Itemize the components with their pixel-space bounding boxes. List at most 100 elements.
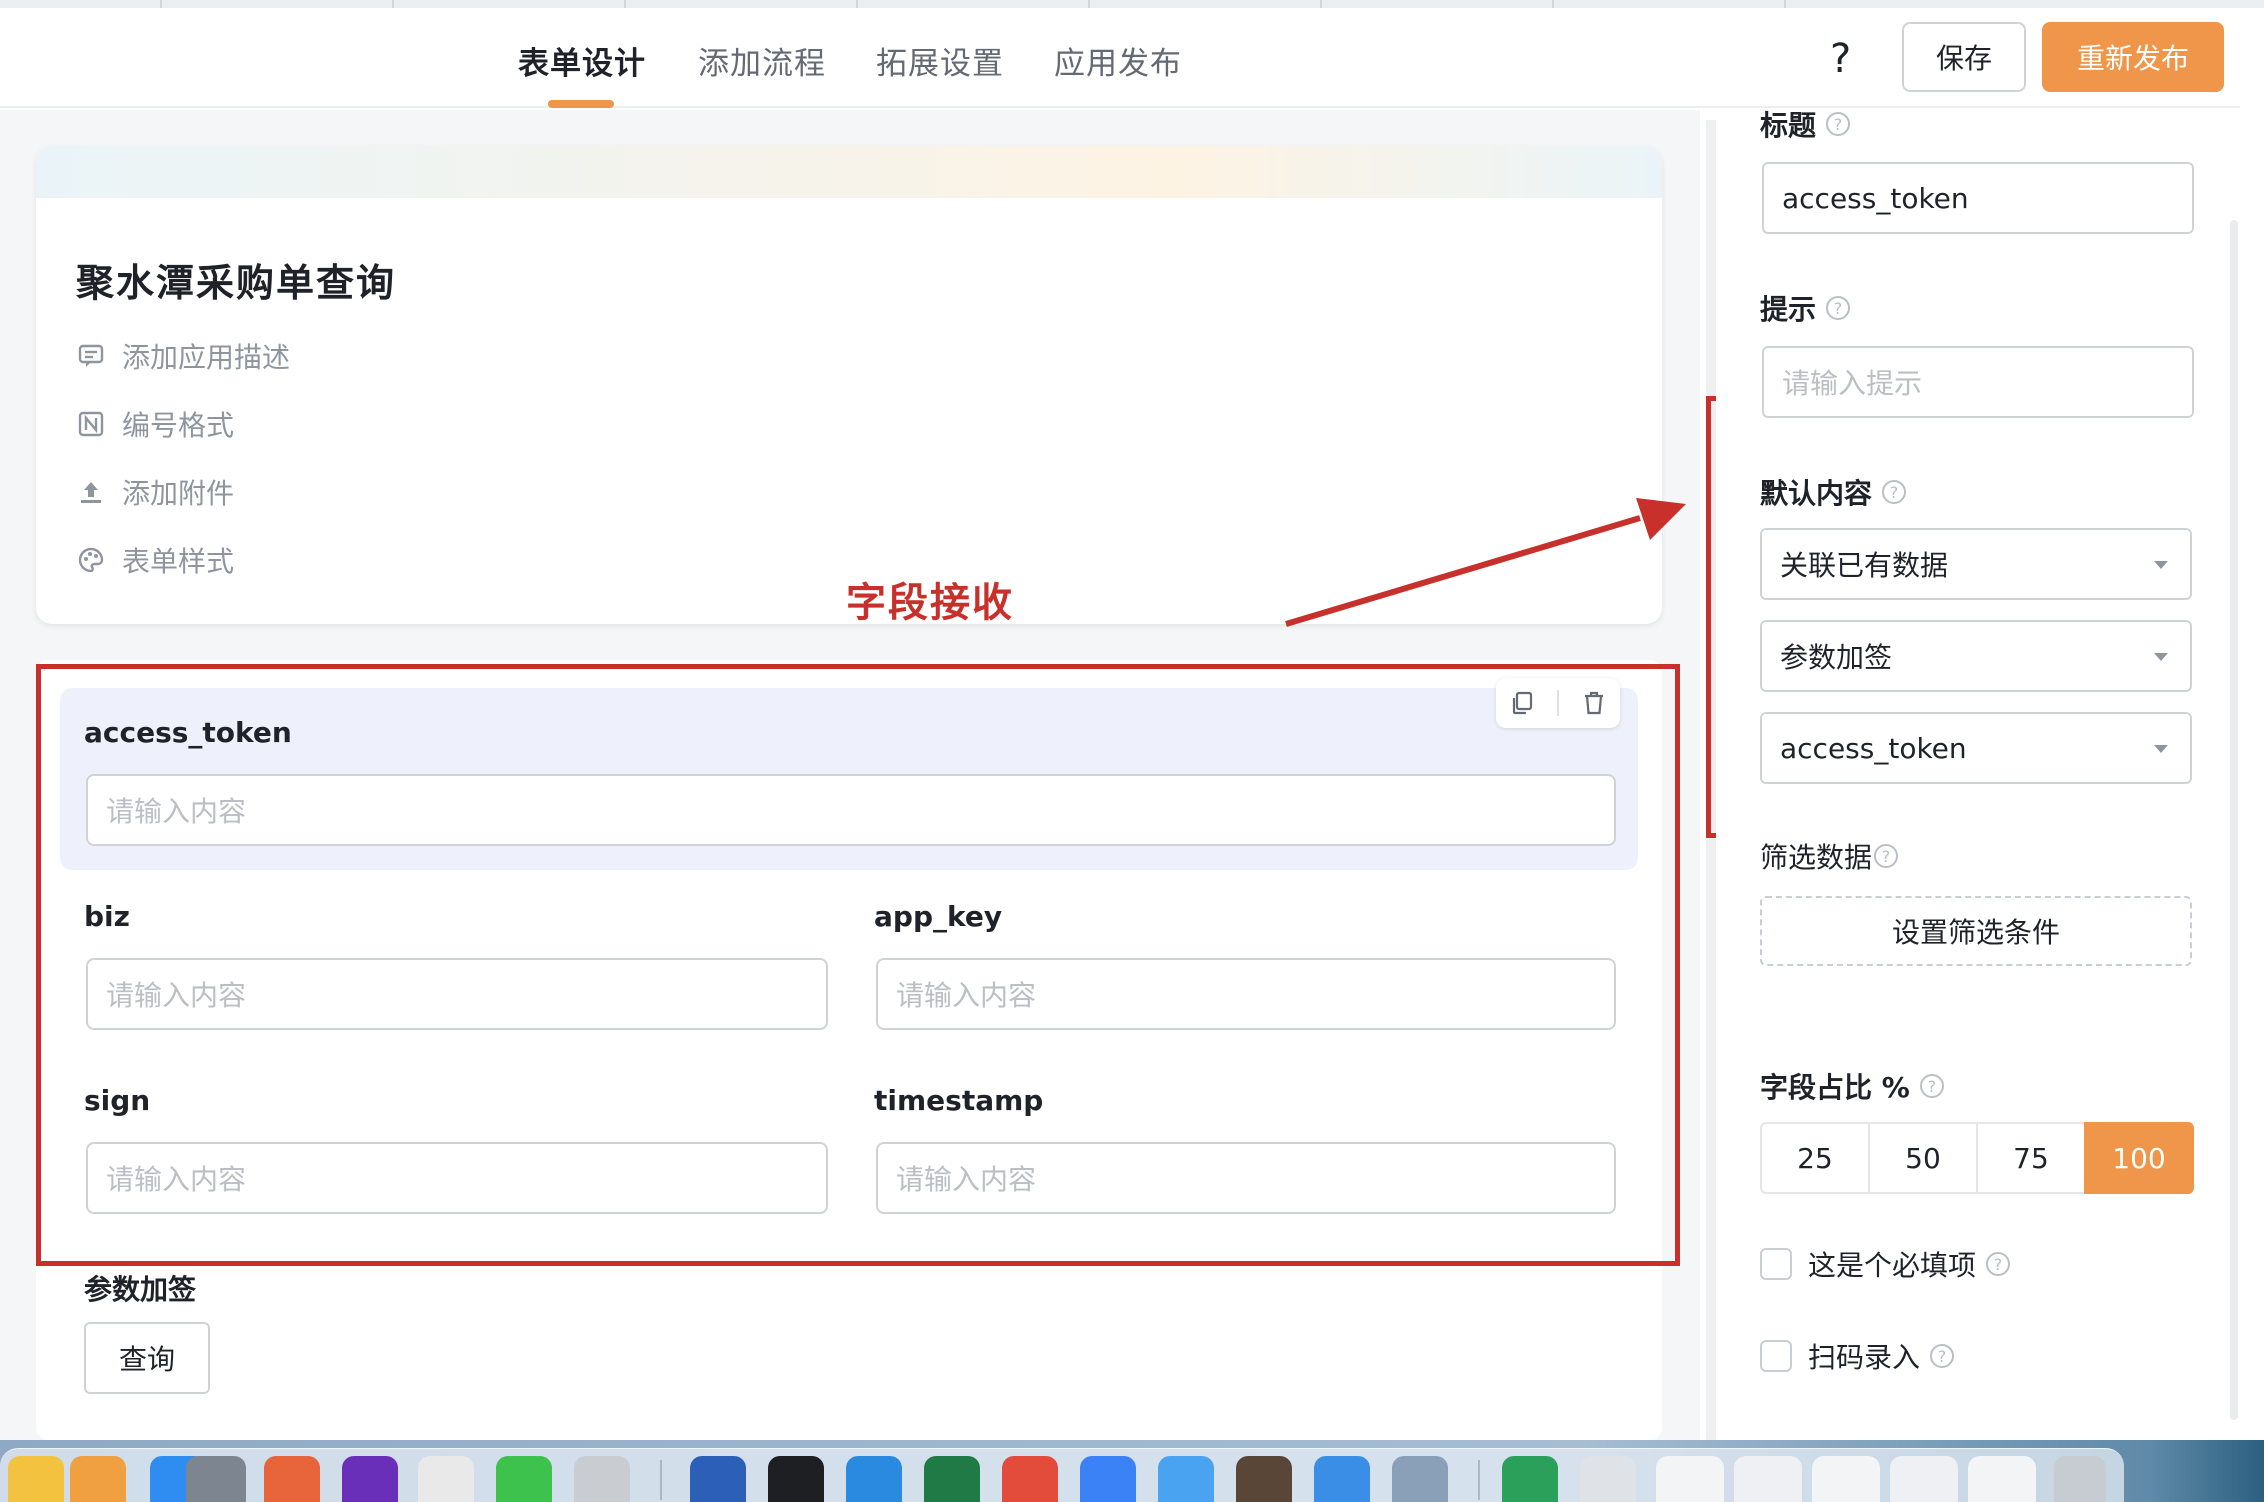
field-ratio-label-text: 字段占比 % <box>1760 1071 1910 1104</box>
meta-label: 添加应用描述 <box>122 341 291 374</box>
meta-label: 编号格式 <box>122 409 235 442</box>
hint-label: 提示 ? <box>1760 288 1851 328</box>
excel-app-icon[interactable] <box>924 1456 980 1502</box>
numbering-icon <box>76 409 106 439</box>
help-icon[interactable]: ? <box>1830 36 1851 82</box>
lark-app-icon[interactable] <box>1080 1456 1136 1502</box>
chat-app-icon[interactable] <box>1158 1456 1214 1502</box>
panel-scrollbar[interactable] <box>2230 220 2238 1420</box>
firefox-app-icon[interactable] <box>342 1456 398 1502</box>
question-icon[interactable]: ? <box>1826 296 1851 320</box>
select-value: 参数加签 <box>1780 641 1893 674</box>
form-title[interactable]: 聚水潭采购单查询 <box>76 252 396 307</box>
republish-button[interactable]: 重新发布 <box>2042 22 2224 92</box>
default-source-select[interactable]: 关联已有数据 <box>1760 528 2192 600</box>
question-icon[interactable]: ? <box>1930 1344 1955 1368</box>
hint-label-text: 提示 <box>1760 293 1817 326</box>
postman-app-icon[interactable] <box>264 1456 320 1502</box>
filter-data-label: 筛选数据 ? <box>1760 836 1899 876</box>
strip-divider <box>1552 0 1554 8</box>
form-style-link[interactable]: 表单样式 <box>76 540 234 580</box>
save-button[interactable]: 保存 <box>1902 22 2026 92</box>
scan-input-option[interactable]: 扫码录入 ? <box>1760 1336 1955 1376</box>
required-label: 这是个必填项 <box>1808 1249 1977 1282</box>
wechat-app-icon[interactable] <box>496 1456 552 1502</box>
field-label-sign-group: 参数加签 <box>84 1273 197 1306</box>
select-value: 关联已有数据 <box>1780 549 1949 582</box>
strip-divider <box>1088 0 1090 8</box>
window-thumbnail[interactable] <box>1968 1456 2036 1502</box>
field-ratio-label: 字段占比 % ? <box>1760 1066 1944 1106</box>
top-header: 表单设计 添加流程 拓展设置 应用发布 ? 保存 重新发布 <box>0 8 2240 108</box>
system-settings-icon[interactable] <box>186 1456 246 1502</box>
window-thumbnail[interactable] <box>1890 1456 1958 1502</box>
ratio-option-50[interactable]: 50 <box>1868 1122 1978 1194</box>
add-description-link[interactable]: 添加应用描述 <box>76 336 290 376</box>
strip-divider <box>1784 0 1786 8</box>
notes-app-icon[interactable] <box>8 1456 64 1502</box>
title-input[interactable]: access_token <box>1762 162 2194 234</box>
scan-input-checkbox[interactable] <box>1760 1340 1792 1372</box>
window-thumbnail[interactable] <box>1580 1456 1636 1502</box>
window-thumbnail[interactable] <box>1734 1456 1802 1502</box>
active-tab-indicator <box>548 100 614 108</box>
strip-divider <box>1320 0 1322 8</box>
caret-down-icon <box>2154 561 2168 569</box>
feishu-app-icon[interactable] <box>1314 1456 1370 1502</box>
numbering-format-link[interactable]: 编号格式 <box>76 404 234 444</box>
numbers-app-icon[interactable] <box>1502 1456 1558 1502</box>
question-icon[interactable]: ? <box>1919 1074 1944 1098</box>
pages-app-icon[interactable] <box>70 1456 126 1502</box>
required-checkbox[interactable] <box>1760 1248 1792 1280</box>
ratio-option-100[interactable]: 100 <box>2084 1122 2194 1194</box>
default-form-select[interactable]: 参数加签 <box>1760 620 2192 692</box>
title-label-text: 标题 <box>1760 109 1817 142</box>
vscode-app-icon[interactable] <box>846 1456 902 1502</box>
wps-app-icon[interactable] <box>1002 1456 1058 1502</box>
chrome-app-icon[interactable] <box>418 1456 474 1502</box>
dock-separator <box>1478 1460 1480 1500</box>
caret-down-icon <box>2154 745 2168 753</box>
add-attachment-link[interactable]: 添加附件 <box>76 472 234 512</box>
hint-input[interactable]: 请输入提示 <box>1762 346 2194 418</box>
trash-icon[interactable] <box>2054 1456 2106 1502</box>
upload-icon <box>76 477 106 507</box>
default-field-select[interactable]: access_token <box>1760 712 2192 784</box>
tab-add-flow[interactable]: 添加流程 <box>698 38 826 83</box>
required-option[interactable]: 这是个必填项 ? <box>1760 1244 2011 1284</box>
tab-extend-settings[interactable]: 拓展设置 <box>876 38 1004 83</box>
strip-divider <box>160 0 162 8</box>
window-top-strip <box>0 0 2264 8</box>
form-header-card: 聚水潭采购单查询 添加应用描述 编号格式 添加附件 表单样式 <box>36 146 1662 624</box>
strip-divider <box>624 0 626 8</box>
window-thumbnail[interactable] <box>1812 1456 1880 1502</box>
question-icon[interactable]: ? <box>1826 112 1851 136</box>
default-content-label-text: 默认内容 <box>1760 477 1873 510</box>
question-icon[interactable]: ? <box>1882 480 1907 504</box>
annotation-label: 字段接收 <box>846 580 1014 626</box>
strip-divider <box>392 0 394 8</box>
window-thumbnail[interactable] <box>1656 1456 1724 1502</box>
tab-app-publish[interactable]: 应用发布 <box>1054 38 1182 83</box>
query-button[interactable]: 查询 <box>84 1322 210 1394</box>
dock-separator <box>660 1460 662 1500</box>
question-icon[interactable]: ? <box>1986 1252 2011 1276</box>
tab-form-design[interactable]: 表单设计 <box>518 38 646 83</box>
question-icon[interactable]: ? <box>1874 844 1899 868</box>
ratio-option-75[interactable]: 75 <box>1976 1122 2086 1194</box>
qq-browser-app-icon[interactable] <box>574 1456 630 1502</box>
terminal-app-icon[interactable] <box>768 1456 824 1502</box>
scan-input-label: 扫码录入 <box>1808 1341 1921 1374</box>
form-card-banner <box>36 146 1662 198</box>
palette-icon <box>76 545 106 575</box>
default-content-label: 默认内容 ? <box>1760 472 1907 512</box>
set-filter-button[interactable]: 设置筛选条件 <box>1760 896 2192 966</box>
annotation-box-fields <box>36 664 1680 1266</box>
preview-app-icon[interactable] <box>1392 1456 1448 1502</box>
select-value: access_token <box>1780 731 1967 765</box>
meta-label: 表单样式 <box>122 545 235 578</box>
word-app-icon[interactable] <box>690 1456 746 1502</box>
ratio-option-25[interactable]: 25 <box>1760 1122 1870 1194</box>
caret-down-icon <box>2154 653 2168 661</box>
sequel-app-icon[interactable] <box>1236 1456 1292 1502</box>
